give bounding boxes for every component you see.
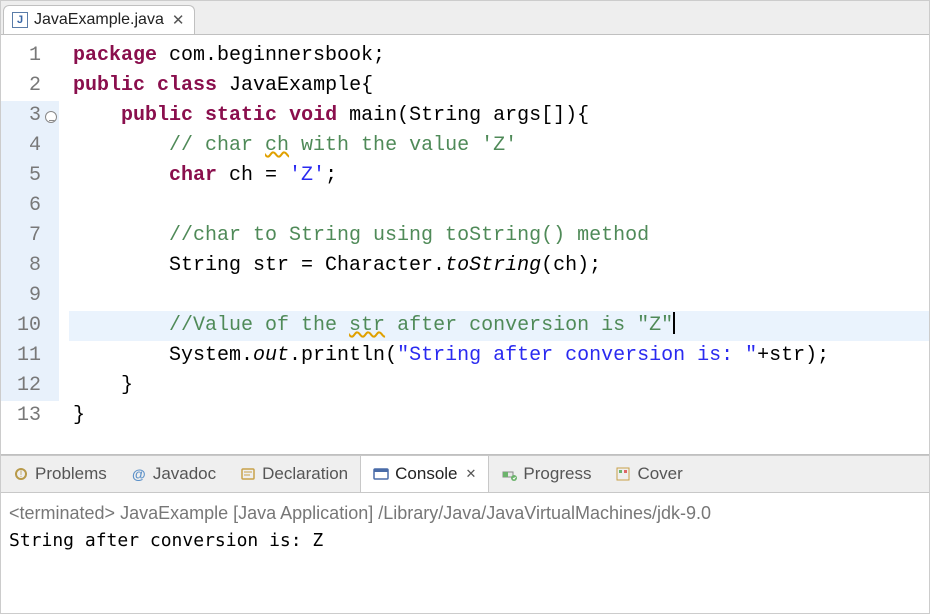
tab-problems[interactable]: ! Problems — [1, 456, 119, 492]
close-icon[interactable]: ✕ — [464, 466, 477, 482]
code-line[interactable]: public class JavaExample{ — [69, 71, 929, 101]
console-icon — [373, 466, 389, 482]
code-line[interactable]: //char to String using toString() method — [69, 221, 929, 251]
tab-label: Declaration — [262, 464, 348, 484]
tab-coverage[interactable]: Cover — [603, 456, 694, 492]
progress-icon — [501, 466, 517, 482]
code-content[interactable]: package com.beginnersbook;public class J… — [65, 35, 929, 454]
java-file-icon: J — [12, 12, 28, 28]
bottom-panel-tabbar: ! Problems @ Javadoc Declaration Console… — [1, 455, 929, 493]
console-run-header: <terminated> JavaExample [Java Applicati… — [9, 499, 921, 527]
code-editor[interactable]: 12345678910111213 package com.beginnersb… — [1, 35, 929, 455]
tab-declaration[interactable]: Declaration — [228, 456, 360, 492]
line-number: 13 — [1, 401, 59, 431]
editor-tab-filename: JavaExample.java — [34, 11, 164, 29]
code-line[interactable]: package com.beginnersbook; — [69, 41, 929, 71]
editor-tab-active[interactable]: J JavaExample.java ✕ — [3, 5, 195, 34]
coverage-icon — [615, 466, 631, 482]
code-line[interactable]: } — [69, 371, 929, 401]
javadoc-icon: @ — [131, 466, 147, 482]
line-number: 6 — [1, 191, 59, 221]
code-line[interactable]: char ch = 'Z'; — [69, 161, 929, 191]
code-line[interactable] — [69, 191, 929, 221]
declaration-icon — [240, 466, 256, 482]
line-number: 8 — [1, 251, 59, 281]
tab-label: Cover — [637, 464, 682, 484]
tab-label: Progress — [523, 464, 591, 484]
code-line[interactable]: System.out.println("String after convers… — [69, 341, 929, 371]
tab-label: Problems — [35, 464, 107, 484]
console-output-line: String after conversion is: Z — [9, 527, 921, 555]
line-number: 3 — [1, 101, 59, 131]
editor-tabbar: J JavaExample.java ✕ — [1, 1, 929, 35]
tab-console[interactable]: Console ✕ — [360, 456, 489, 492]
tab-javadoc[interactable]: @ Javadoc — [119, 456, 228, 492]
line-number: 9 — [1, 281, 59, 311]
line-number-gutter: 12345678910111213 — [1, 35, 65, 454]
line-number: 5 — [1, 161, 59, 191]
svg-text:!: ! — [20, 469, 23, 479]
code-line[interactable]: //Value of the str after conversion is "… — [69, 311, 929, 341]
line-number: 12 — [1, 371, 59, 401]
line-number: 2 — [1, 71, 59, 101]
line-number: 11 — [1, 341, 59, 371]
code-line[interactable]: // char ch with the value 'Z' — [69, 131, 929, 161]
code-line[interactable]: } — [69, 401, 929, 431]
close-icon[interactable]: ✕ — [170, 11, 185, 29]
line-number: 10 — [1, 311, 59, 341]
line-number: 1 — [1, 41, 59, 71]
tab-label: Javadoc — [153, 464, 216, 484]
problems-icon: ! — [13, 466, 29, 482]
line-number: 7 — [1, 221, 59, 251]
code-line[interactable] — [69, 281, 929, 311]
code-line[interactable]: public static void main(String args[]){ — [69, 101, 929, 131]
text-cursor — [673, 312, 675, 334]
tab-label: Console — [395, 464, 457, 484]
tab-progress[interactable]: Progress — [489, 456, 603, 492]
code-line[interactable]: String str = Character.toString(ch); — [69, 251, 929, 281]
console-view: <terminated> JavaExample [Java Applicati… — [1, 493, 929, 613]
